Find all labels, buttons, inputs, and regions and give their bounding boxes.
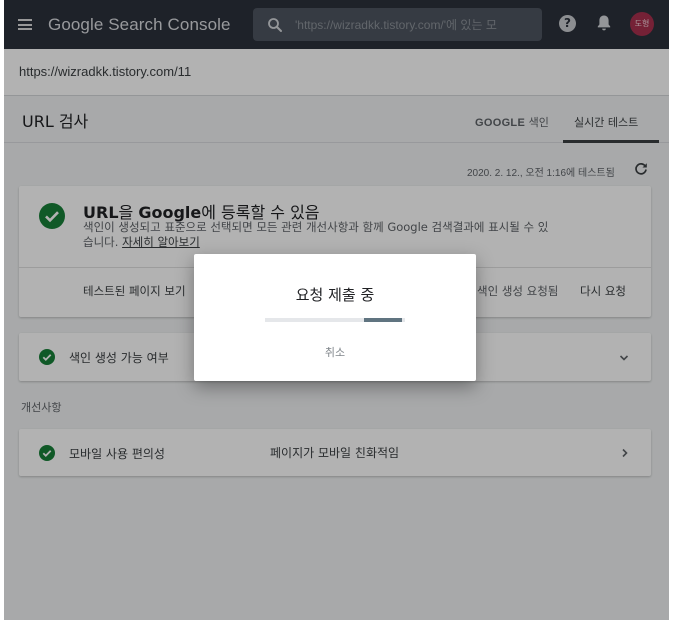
app-window: Google Search Console ? 도형 https://wizra… [0, 0, 673, 622]
submitting-request-dialog: 요청 제출 중 취소 [194, 254, 476, 381]
progress-bar-fill [364, 318, 403, 322]
cancel-button[interactable]: 취소 [194, 344, 476, 360]
search-console-frame: Google Search Console ? 도형 https://wizra… [4, 0, 669, 620]
progress-bar [265, 318, 405, 322]
dialog-title: 요청 제출 중 [295, 286, 375, 304]
